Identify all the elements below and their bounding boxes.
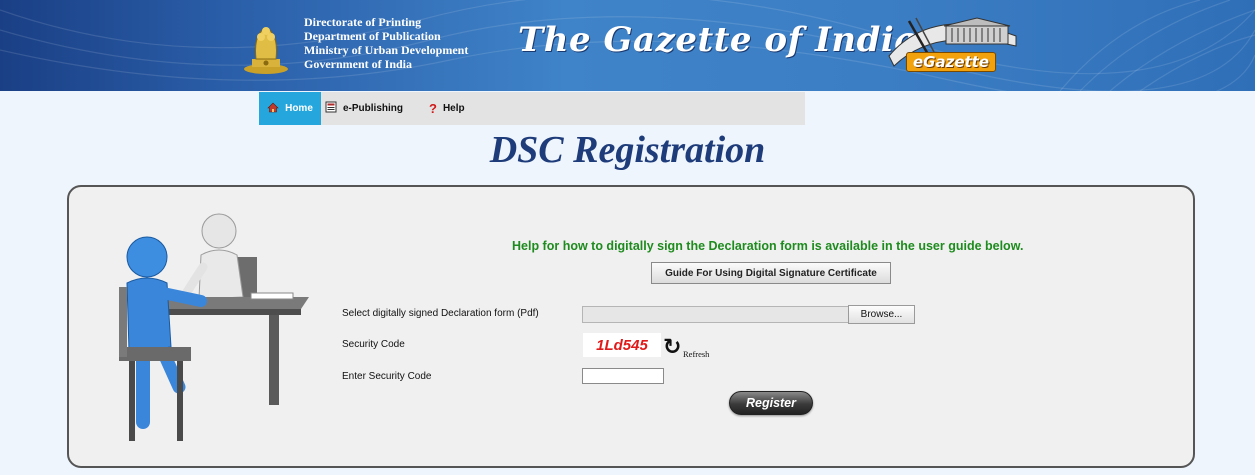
nav-help-label: Help (442, 103, 465, 114)
captcha-image: 1Ld545 (583, 333, 661, 357)
org-line: Directorate of Printing (304, 15, 422, 29)
refresh-icon: ↻ (663, 335, 682, 360)
help-text: Help for how to digitally sign the Decla… (512, 239, 1024, 253)
egazette-badge: eGazette (906, 52, 997, 72)
organization-name: Directorate of Printing Department of Pu… (304, 15, 468, 71)
org-line: Department of Publication (304, 29, 441, 43)
security-code-label: Security Code (342, 339, 405, 350)
nav-home-label: Home (285, 103, 313, 114)
main-nav: Home e-Publishing ? Help (259, 92, 805, 125)
register-button[interactable]: Register (729, 391, 813, 415)
org-line: Ministry of Urban Development (304, 43, 469, 57)
org-line: Government of India (304, 57, 412, 71)
nav-e-publishing[interactable]: e-Publishing (325, 92, 403, 125)
question-icon: ? (429, 101, 437, 116)
home-icon (267, 102, 279, 116)
registration-panel: Help for how to digitally sign the Decla… (67, 185, 1195, 468)
file-label: Select digitally signed Declaration form… (342, 308, 539, 319)
refresh-button[interactable]: ↻ Refresh (663, 335, 721, 365)
header-banner: Directorate of Printing Department of Pu… (0, 0, 1255, 91)
gazette-title: The Gazette of India (518, 20, 917, 60)
refresh-label: Refresh (683, 349, 710, 359)
security-code-input[interactable] (582, 368, 664, 384)
guide-button[interactable]: Guide For Using Digital Signature Certif… (651, 262, 891, 284)
national-emblem-icon (244, 27, 288, 74)
nav-e-publishing-label: e-Publishing (343, 103, 403, 114)
nav-help[interactable]: ? Help (429, 92, 465, 125)
consultation-illustration (119, 213, 309, 441)
document-icon (325, 101, 337, 116)
page-title: DSC Registration (489, 129, 766, 171)
nav-home[interactable]: Home (259, 92, 321, 125)
enter-security-code-label: Enter Security Code (342, 371, 432, 382)
browse-button[interactable]: Browse... (848, 305, 915, 324)
file-path-field[interactable] (582, 306, 849, 323)
